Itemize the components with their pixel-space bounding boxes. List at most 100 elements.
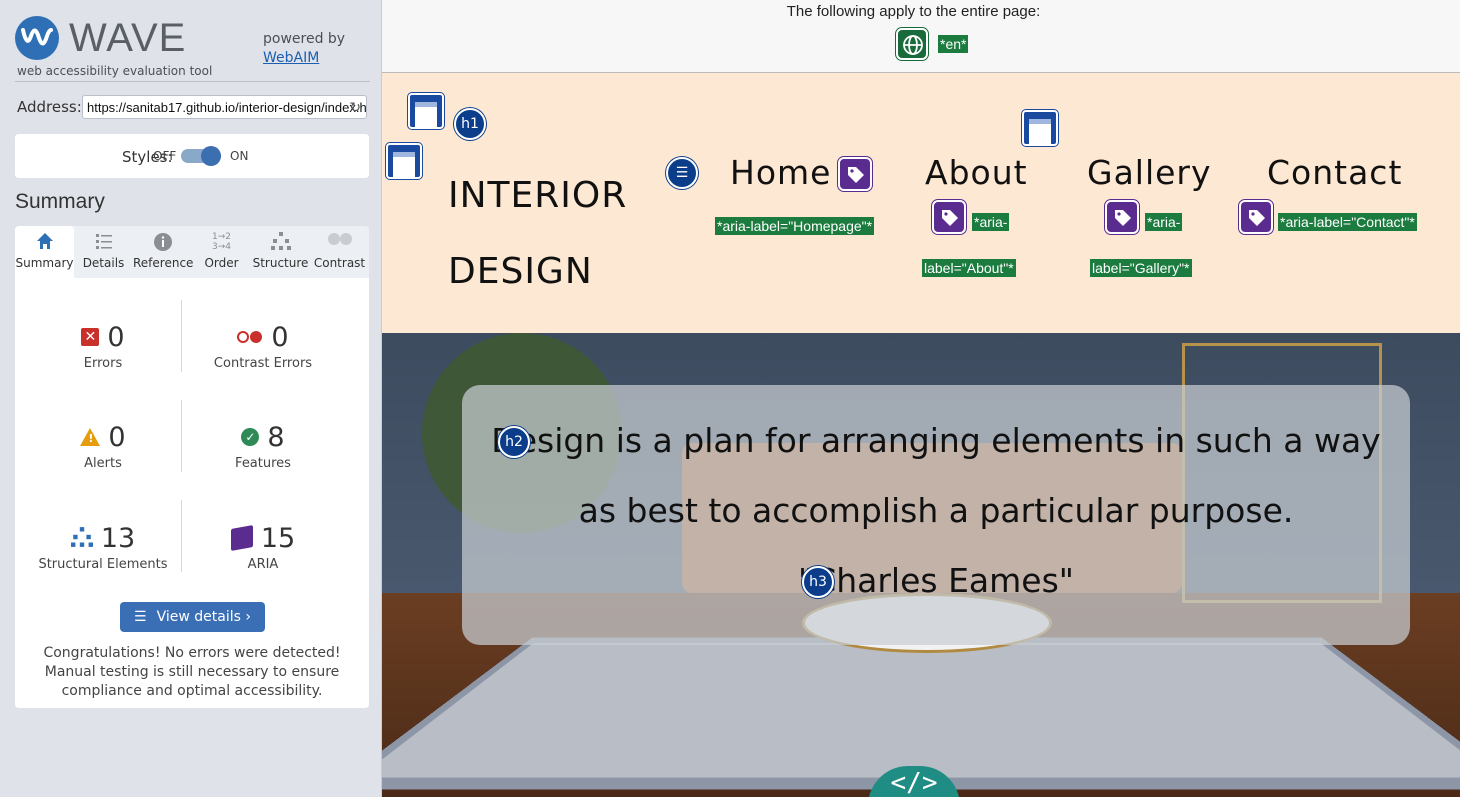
wave-logo-row: WAVE web accessibility evaluation tool p…: [15, 14, 370, 82]
errors-count: 0: [107, 321, 125, 353]
view-details-button[interactable]: ☰ View details ›: [120, 602, 265, 632]
stat-structural[interactable]: 13 Structural Elements: [18, 521, 188, 573]
powered-by: powered by WebAIM: [263, 30, 345, 68]
wave-logo-icon: [15, 16, 59, 60]
tab-order-label: Order: [204, 256, 239, 270]
nav-home[interactable]: Home: [730, 153, 831, 192]
aria-label: ARIA: [247, 557, 279, 572]
quote-box: Design is a plan for arranging elements …: [462, 385, 1410, 645]
tab-structure-label: Structure: [252, 256, 309, 270]
structural-count: 13: [100, 522, 136, 554]
info-icon: [133, 226, 192, 256]
nav-region-icon[interactable]: [1022, 110, 1058, 146]
globe-icon[interactable]: [896, 28, 928, 60]
styles-off-label: OFF: [153, 149, 177, 163]
stat-features[interactable]: ✓ 8 Features: [178, 420, 348, 472]
page-level-notice: The following apply to the entire page: …: [382, 0, 1460, 73]
features-count: 8: [267, 421, 285, 453]
quote-line2: as best to accomplish a particular purpo…: [578, 491, 1294, 530]
address-row: Address: https://sanitab17.github.io/int…: [17, 95, 369, 119]
nav-contact[interactable]: Contact: [1267, 153, 1402, 192]
view-details-label: View details ›: [156, 609, 251, 625]
tab-summary[interactable]: Summary: [15, 226, 74, 278]
stat-errors[interactable]: ✕ 0 Errors: [18, 320, 188, 371]
site-header: h1 INTERIOR DESIGN ☰ Home *aria-label="H…: [382, 73, 1460, 333]
order-icon: 1→2 3→4: [212, 232, 231, 252]
aria-tag-icon[interactable]: [1105, 200, 1139, 234]
list-icon: [74, 226, 133, 256]
tab-summary-label: Summary: [15, 256, 74, 270]
contrast-error-icon: [237, 330, 263, 344]
tab-details[interactable]: Details: [74, 226, 133, 278]
tab-structure[interactable]: Structure: [251, 226, 310, 278]
stat-contrast-errors[interactable]: 0 Contrast Errors: [178, 320, 348, 372]
hero-section: Design is a plan for arranging elements …: [382, 333, 1460, 797]
aria-label-gallery-part1: *aria-: [1145, 213, 1183, 231]
address-input[interactable]: https://sanitab17.github.io/interior-des…: [82, 95, 367, 119]
aria-tag-icon[interactable]: [932, 200, 966, 234]
summary-panel: ✕ 0 Errors 0 Contrast Errors ! 0 Alerts ✓ 8…: [15, 278, 369, 708]
contrast-icon: [310, 226, 369, 256]
wave-logo-text: WAVE: [69, 16, 187, 60]
tab-reference[interactable]: Reference: [133, 226, 194, 278]
errors-label: Errors: [83, 356, 123, 371]
h1-icon[interactable]: h1: [454, 108, 486, 140]
aria-label-contact: *aria-label="Contact"*: [1278, 213, 1417, 231]
wave-logo-subtitle: web accessibility evaluation tool: [17, 64, 213, 78]
tab-reference-label: Reference: [133, 256, 194, 270]
brand-line1: INTERIOR: [448, 175, 628, 216]
h2-icon[interactable]: h2: [498, 426, 530, 458]
alerts-count: 0: [108, 421, 126, 453]
aria-label-home: *aria-label="Homepage"*: [715, 217, 875, 235]
stat-alerts[interactable]: ! 0 Alerts: [18, 420, 188, 471]
styles-toggle-knob[interactable]: [201, 146, 221, 166]
alerts-label: Alerts: [84, 456, 122, 471]
address-label: Address:: [17, 98, 82, 116]
structure-icon: [251, 226, 310, 256]
stat-aria[interactable]: 15 ARIA: [178, 521, 348, 572]
features-label: Features: [235, 456, 291, 471]
tab-details-label: Details: [82, 256, 125, 270]
wave-sidebar: WAVE web accessibility evaluation tool p…: [0, 0, 382, 797]
lang-label: *en*: [938, 35, 969, 53]
tab-contrast[interactable]: Contrast: [310, 226, 369, 278]
aria-label-gallery-part2: label="Gallery"*: [1090, 259, 1192, 277]
home-icon: [15, 226, 74, 256]
quote-line1: Design is a plan for arranging elements …: [462, 421, 1410, 460]
contrast-errors-label: Contrast Errors: [213, 356, 313, 371]
aria-count: 15: [260, 522, 296, 554]
header-region-icon[interactable]: [408, 93, 444, 129]
reload-icon[interactable]: ↻: [349, 99, 361, 116]
aria-label-about-part1: *aria-: [972, 213, 1010, 231]
aria-tag-icon[interactable]: [1239, 200, 1273, 234]
page-notice-text: The following apply to the entire page:: [786, 3, 1041, 20]
header-region-icon[interactable]: [386, 143, 422, 179]
styles-on-label: ON: [230, 149, 249, 163]
h3-icon[interactable]: h3: [802, 566, 834, 598]
alert-icon: !: [80, 428, 101, 446]
tab-contrast-label: Contrast: [313, 256, 366, 270]
address-value: https://sanitab17.github.io/interior-des…: [87, 100, 367, 115]
powered-by-text: powered by: [263, 31, 346, 47]
nav-gallery[interactable]: Gallery: [1087, 153, 1212, 192]
list-icon[interactable]: ☰: [666, 157, 698, 189]
tab-order[interactable]: 1→2 3→4 Order: [192, 226, 251, 278]
styles-toggle-box: Styles: OFF ON: [15, 134, 369, 178]
structure-icon: [70, 523, 93, 554]
evaluated-page: The following apply to the entire page: …: [382, 0, 1460, 797]
aria-tag-icon[interactable]: [838, 157, 872, 191]
aria-label-about-part2: label="About"*: [922, 259, 1016, 277]
quote-line1-text: Design is a plan for arranging elements …: [491, 421, 1381, 460]
congrats-message: Congratulations! No errors were detected…: [43, 645, 341, 699]
quote-author: "Charles Eames": [798, 561, 1074, 600]
webaim-link[interactable]: WebAIM: [263, 50, 319, 66]
brand-line2: DESIGN: [448, 251, 593, 292]
summary-heading: Summary: [15, 190, 105, 213]
aria-icon: [230, 525, 253, 551]
wave-tabs: Summary Details Reference 1→2 3→4 Order S…: [15, 226, 369, 278]
contrast-errors-count: 0: [271, 321, 289, 353]
error-icon: ✕: [81, 328, 100, 346]
list-icon: ☰: [134, 609, 147, 625]
structural-label: Structural Elements: [38, 557, 168, 572]
nav-about[interactable]: About: [925, 153, 1028, 192]
